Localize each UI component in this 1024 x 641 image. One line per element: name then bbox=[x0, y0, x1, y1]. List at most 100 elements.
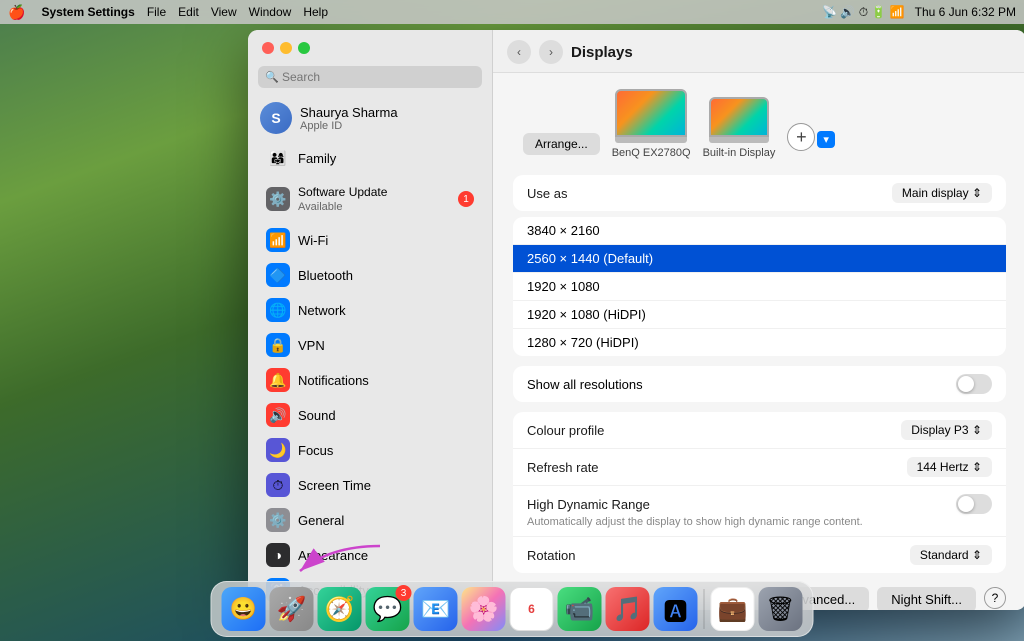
minimize-button[interactable] bbox=[280, 42, 292, 54]
bluetooth-icon: 🔷 bbox=[266, 263, 290, 287]
dock-trash[interactable]: 🗑 bbox=[759, 587, 803, 631]
sidebar-item-bluetooth[interactable]: 🔷 Bluetooth bbox=[254, 258, 486, 292]
help-button[interactable]: ? bbox=[984, 587, 1006, 609]
sidebar-item-general[interactable]: ⚙️ General bbox=[254, 503, 486, 537]
refresh-rate-control[interactable]: 144 Hertz ⇕ bbox=[907, 457, 992, 477]
sidebar-scroll-area: S Shaurya Sharma Apple ID 👨‍👩‍👧 Family ⚙… bbox=[248, 96, 492, 610]
back-button[interactable]: ‹ bbox=[507, 40, 531, 64]
dock-separator bbox=[704, 589, 705, 629]
dock-finder[interactable]: 😀 bbox=[222, 587, 266, 631]
dock-mail[interactable]: 📧 bbox=[414, 587, 458, 631]
monitor-builtin[interactable]: Built-in Display bbox=[703, 97, 776, 159]
sidebar-item-family[interactable]: 👨‍👩‍👧 Family bbox=[254, 141, 486, 175]
screen-time-icon: ⏱ bbox=[266, 473, 290, 497]
dock-photos[interactable]: 🌸 bbox=[462, 587, 506, 631]
menu-edit[interactable]: Edit bbox=[178, 5, 199, 19]
hdr-toggle[interactable] bbox=[956, 494, 992, 514]
user-sub: Apple ID bbox=[300, 120, 398, 132]
search-field-container: 🔍 bbox=[258, 66, 482, 88]
maximize-button[interactable] bbox=[298, 42, 310, 54]
menu-bar-time: Thu 6 Jun 6:32 PM bbox=[915, 5, 1016, 19]
add-display-button[interactable]: + bbox=[787, 123, 815, 151]
builtin-screen bbox=[709, 97, 769, 137]
search-input[interactable] bbox=[258, 66, 482, 88]
system-settings-window: 🔍 S Shaurya Sharma Apple ID 👨‍👩‍👧 Family… bbox=[248, 30, 1024, 610]
dock-safari[interactable]: 🧭 bbox=[318, 587, 362, 631]
show-all-toggle[interactable] bbox=[956, 374, 992, 394]
use-as-row: Use as Main display ⇕ bbox=[513, 175, 1006, 211]
apple-logo-icon[interactable]: 🍎 bbox=[8, 4, 25, 21]
menu-window[interactable]: Window bbox=[249, 5, 292, 19]
dock-slack[interactable]: 💼 bbox=[711, 587, 755, 631]
add-dropdown-arrow[interactable]: ▾ bbox=[817, 131, 835, 148]
toggle-thumb bbox=[958, 376, 974, 392]
resolution-row-3[interactable]: 1920 × 1080 (HiDPI) bbox=[513, 301, 1006, 329]
sidebar-user-profile[interactable]: S Shaurya Sharma Apple ID bbox=[248, 96, 492, 140]
messages-badge: 3 bbox=[396, 585, 412, 601]
menu-bar-left: 🍎 System Settings File Edit View Window … bbox=[8, 4, 328, 21]
family-icon: 👨‍👩‍👧 bbox=[266, 146, 290, 170]
dock-launchpad[interactable]: 🚀 bbox=[270, 587, 314, 631]
menu-app-name[interactable]: System Settings bbox=[41, 5, 134, 19]
menu-view[interactable]: View bbox=[211, 5, 237, 19]
resolution-row-1[interactable]: 2560 × 1440 (Default) bbox=[513, 245, 1006, 273]
dock: 😀 🚀 🧭 💬 3 📧 🌸 6 📹 🎵 🅰 💼 🗑 bbox=[211, 581, 814, 637]
display-settings-section: Colour profile Display P3 ⇕ Refresh rate… bbox=[513, 412, 1006, 573]
appearance-icon: ◑ bbox=[266, 543, 290, 567]
monitor-benq[interactable]: BenQ EX2780Q bbox=[612, 89, 691, 159]
sidebar-item-vpn[interactable]: 🔒 VPN bbox=[254, 328, 486, 362]
sidebar-item-label: Focus bbox=[298, 443, 333, 458]
title-bar: ‹ › Displays bbox=[493, 30, 1024, 73]
show-all-row: Show all resolutions bbox=[513, 366, 1006, 402]
resolution-row-4[interactable]: 1280 × 720 (HiDPI) bbox=[513, 329, 1006, 356]
use-as-control[interactable]: Main display ⇕ bbox=[892, 183, 992, 203]
sidebar-item-software-update[interactable]: ⚙️ Software UpdateAvailable 1 bbox=[254, 179, 486, 219]
dock-facetime[interactable]: 📹 bbox=[558, 587, 602, 631]
rotation-value: Standard ⇕ bbox=[920, 548, 982, 562]
hdr-sub: Automatically adjust the display to show… bbox=[527, 516, 863, 528]
sidebar-item-notifications[interactable]: 🔔 Notifications bbox=[254, 363, 486, 397]
sidebar-item-label: Notifications bbox=[298, 373, 369, 388]
night-shift-button[interactable]: Night Shift... bbox=[877, 587, 976, 610]
notifications-icon: 🔔 bbox=[266, 368, 290, 392]
resolution-row-2[interactable]: 1920 × 1080 bbox=[513, 273, 1006, 301]
avatar: S bbox=[260, 102, 292, 134]
sidebar-item-appearance[interactable]: ◑ Appearance bbox=[254, 538, 486, 572]
sidebar-item-label: VPN bbox=[298, 338, 325, 353]
colour-profile-label: Colour profile bbox=[527, 423, 901, 438]
dock-calendar[interactable]: 6 bbox=[510, 587, 554, 631]
sidebar-item-label: Bluetooth bbox=[298, 268, 353, 283]
user-info: Shaurya Sharma Apple ID bbox=[300, 105, 398, 132]
monitor-row: Arrange... BenQ EX2780Q Built-in Display… bbox=[513, 89, 1006, 159]
dock-appstore[interactable]: 🅰 bbox=[654, 587, 698, 631]
menu-help[interactable]: Help bbox=[303, 5, 328, 19]
sidebar-item-label: Network bbox=[298, 303, 346, 318]
dock-messages[interactable]: 💬 3 bbox=[366, 587, 410, 631]
forward-button[interactable]: › bbox=[539, 40, 563, 64]
sidebar-item-network[interactable]: 🌐 Network bbox=[254, 293, 486, 327]
sidebar: 🔍 S Shaurya Sharma Apple ID 👨‍👩‍👧 Family… bbox=[248, 30, 493, 610]
builtin-label: Built-in Display bbox=[703, 147, 776, 159]
sidebar-item-wifi[interactable]: 📶 Wi-Fi bbox=[254, 223, 486, 257]
menu-bar: 🍎 System Settings File Edit View Window … bbox=[0, 0, 1024, 24]
sidebar-item-screen-time[interactable]: ⏱ Screen Time bbox=[254, 468, 486, 502]
menu-file[interactable]: File bbox=[147, 5, 166, 19]
sound-icon: 🔊 bbox=[266, 403, 290, 427]
arrange-button[interactable]: Arrange... bbox=[523, 133, 600, 155]
refresh-rate-value: 144 Hertz ⇕ bbox=[917, 460, 982, 474]
sidebar-item-sound[interactable]: 🔊 Sound bbox=[254, 398, 486, 432]
dock-music[interactable]: 🎵 bbox=[606, 587, 650, 631]
benq-base bbox=[615, 137, 687, 143]
resolution-list: 3840 × 2160 2560 × 1440 (Default) 1920 ×… bbox=[513, 217, 1006, 356]
sidebar-item-focus[interactable]: 🌙 Focus bbox=[254, 433, 486, 467]
search-icon: 🔍 bbox=[265, 71, 279, 84]
rotation-control[interactable]: Standard ⇕ bbox=[910, 545, 992, 565]
close-button[interactable] bbox=[262, 42, 274, 54]
menu-bar-right: 📡 🔊 ⏱ 🔋 📶 Thu 6 Jun 6:32 PM bbox=[822, 5, 1016, 20]
sidebar-item-label: General bbox=[298, 513, 344, 528]
refresh-rate-row: Refresh rate 144 Hertz ⇕ bbox=[513, 449, 1006, 486]
colour-profile-control[interactable]: Display P3 ⇕ bbox=[901, 420, 992, 440]
resolution-row-0[interactable]: 3840 × 2160 bbox=[513, 217, 1006, 245]
colour-profile-value: Display P3 ⇕ bbox=[911, 423, 982, 437]
vpn-icon: 🔒 bbox=[266, 333, 290, 357]
